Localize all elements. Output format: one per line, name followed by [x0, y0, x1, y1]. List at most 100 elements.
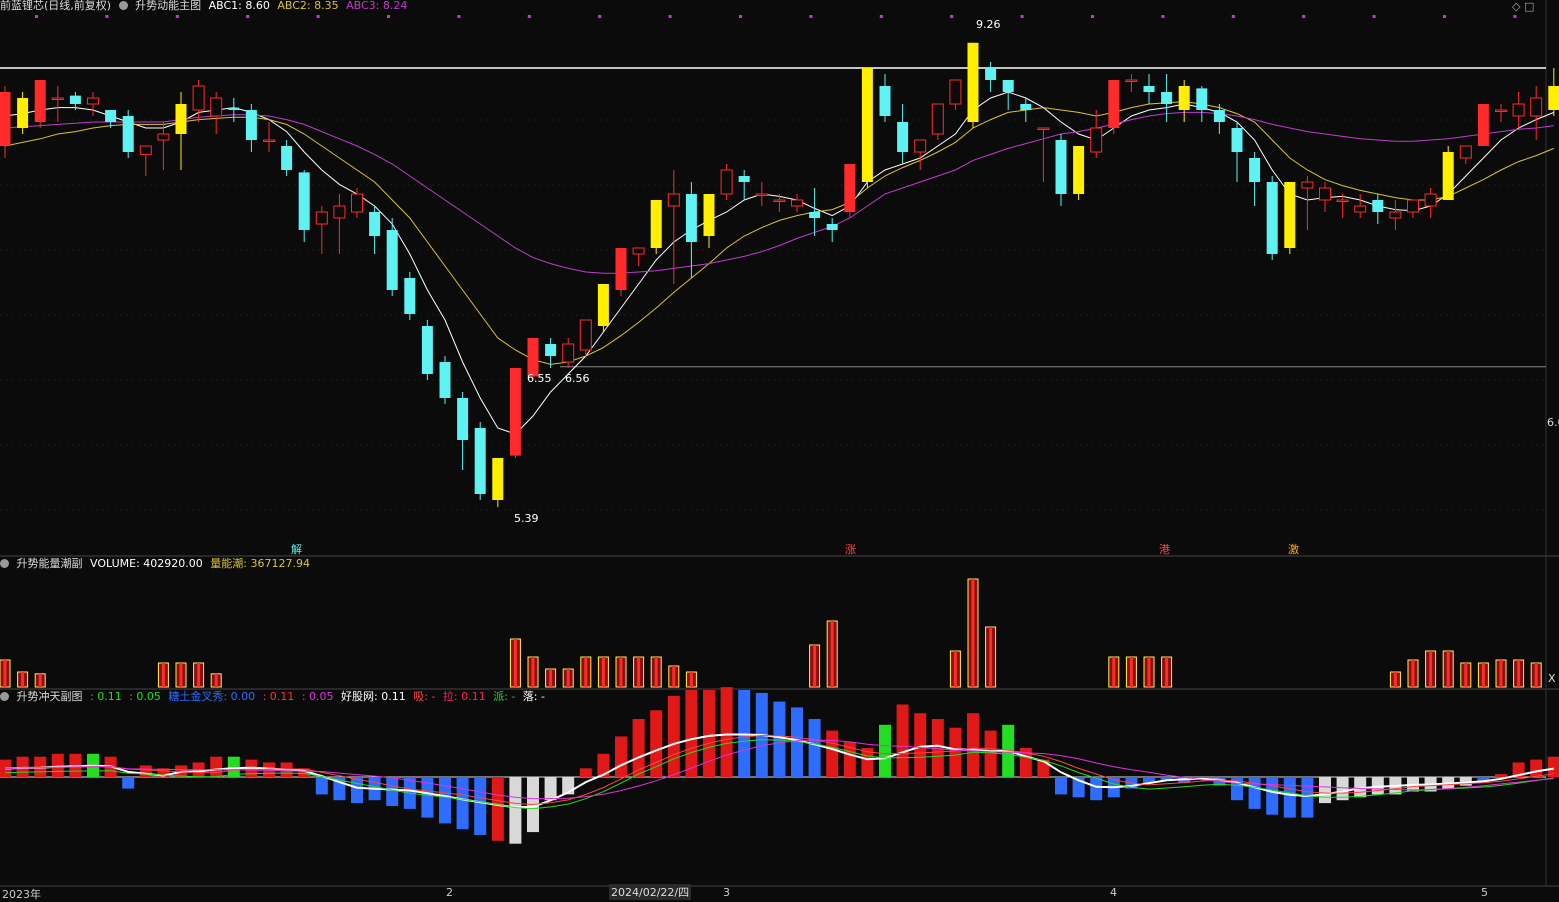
candle-body	[1372, 200, 1384, 212]
top-dot	[1231, 15, 1235, 18]
candle-body	[1266, 182, 1278, 254]
volume-core	[179, 663, 183, 687]
top-dot	[809, 15, 813, 18]
price-axis-label: 6.0	[1547, 416, 1559, 429]
volume-core	[549, 669, 553, 687]
momentum-bar	[1301, 777, 1314, 818]
top-dot	[246, 15, 250, 18]
momentum-bar	[967, 713, 979, 777]
top-dot	[1161, 15, 1165, 18]
momentum-bar	[773, 701, 786, 777]
volume-core	[1129, 657, 1133, 687]
volume-core	[513, 639, 517, 687]
signal-char-3: 港	[1159, 543, 1170, 556]
momentum-bar	[386, 777, 399, 806]
candle-body	[69, 95, 81, 104]
time-label-4: 4	[1110, 886, 1117, 899]
candle-body	[492, 458, 504, 500]
candle-body	[738, 176, 750, 182]
volume-core	[161, 663, 165, 687]
candle-body	[1319, 187, 1331, 201]
time-label-2: 2	[446, 886, 453, 899]
candle-body	[1055, 140, 1067, 194]
top-dot	[950, 15, 954, 18]
candle-body	[315, 211, 328, 225]
candle-body	[298, 172, 310, 230]
candle-body	[1213, 110, 1225, 122]
time-label-1: 2023年	[2, 888, 41, 901]
top-dot	[175, 15, 179, 18]
signal-char-1: 解	[291, 543, 302, 556]
candle-body	[17, 98, 29, 128]
time-cursor-label: 2024/02/22/四	[609, 884, 692, 900]
momentum-bar	[1090, 777, 1103, 801]
candle-body	[1161, 92, 1173, 104]
candle-body	[457, 398, 469, 440]
candle-body	[1407, 199, 1419, 213]
ma-line-abc2	[4, 101, 1554, 365]
momentum-bar	[16, 756, 29, 777]
candle-body	[562, 343, 575, 363]
volume-core	[566, 669, 570, 687]
candle-body	[931, 103, 944, 135]
candle-body	[1301, 181, 1314, 189]
volume-core	[531, 657, 535, 687]
candle-body	[1548, 86, 1559, 110]
candle-body	[1495, 109, 1507, 112]
candle-body	[879, 86, 891, 116]
candle-body	[809, 212, 821, 218]
top-dot	[1091, 15, 1094, 18]
volume-core	[1464, 663, 1468, 687]
volume-core	[3, 660, 7, 687]
ma-line-abc1	[4, 91, 1554, 435]
momentum-bar	[139, 765, 152, 777]
volume-core	[38, 673, 42, 687]
candle-body	[720, 169, 733, 195]
top-dot	[387, 15, 390, 18]
candle-body	[1125, 79, 1138, 82]
volume-core	[1517, 660, 1521, 687]
top-dot	[739, 15, 742, 18]
momentum-bar	[315, 777, 328, 795]
candle-body	[1284, 182, 1296, 248]
volume-core	[989, 627, 993, 687]
candle-body	[615, 248, 627, 290]
low-marker: 5.39	[514, 512, 539, 525]
candle-body	[703, 194, 715, 236]
momentum-bar	[896, 704, 909, 777]
signal-char-4: 激	[1288, 543, 1299, 556]
volume-core	[1411, 660, 1415, 687]
top-dot	[598, 15, 602, 18]
momentum-bar	[826, 730, 839, 777]
top-dot	[35, 15, 38, 18]
candle-body	[0, 92, 11, 146]
volume-core	[813, 645, 817, 687]
candle-body	[122, 116, 134, 152]
momentum-bar	[615, 736, 627, 777]
candle-body	[1389, 211, 1402, 219]
momentum-bar	[1283, 777, 1296, 818]
volume-core	[1112, 657, 1116, 687]
momentum-bar	[879, 724, 891, 777]
candle-body	[1020, 104, 1032, 110]
candle-body	[1477, 104, 1489, 146]
momentum-bar	[351, 777, 363, 804]
momentum-bar	[914, 713, 927, 777]
stock-chart[interactable]	[0, 0, 1559, 899]
volume-core	[1429, 651, 1433, 687]
volume-core	[953, 651, 957, 687]
top-dot	[879, 15, 883, 18]
volume-core	[830, 621, 834, 687]
top-dot	[316, 15, 320, 18]
candle-body	[87, 97, 99, 105]
candle-body	[1512, 103, 1525, 117]
momentum-bar	[1495, 774, 1507, 777]
momentum-bar	[667, 695, 680, 777]
volume-core	[584, 657, 588, 687]
volume-core	[654, 657, 658, 687]
candle-body	[1249, 158, 1261, 182]
candle-body	[34, 80, 46, 122]
candle-body	[386, 230, 398, 290]
candle-body	[474, 428, 486, 494]
momentum-bar	[509, 777, 522, 844]
